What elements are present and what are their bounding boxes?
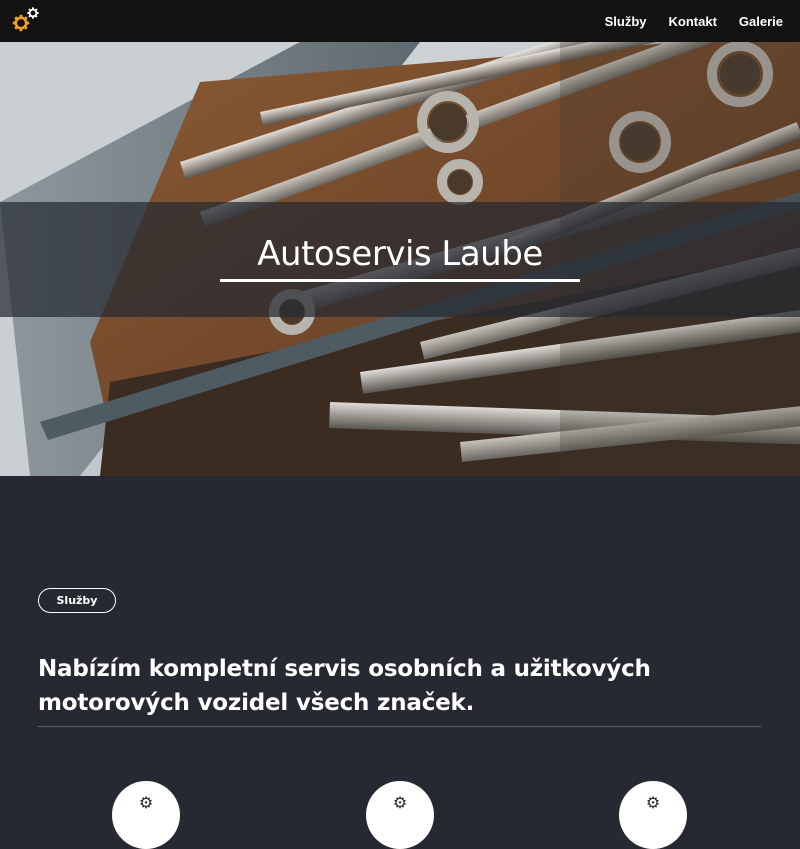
service-icon-1[interactable]: ⚙: [112, 781, 180, 849]
hero-banner: Autoservis Laube: [0, 42, 800, 476]
section-divider: [38, 726, 761, 727]
gears-icon[interactable]: [12, 6, 42, 34]
navbar: Služby Kontakt Galerie: [0, 0, 800, 42]
nav-link-sluzby[interactable]: Služby: [605, 14, 647, 29]
service-glyph-1: ⚙: [138, 793, 154, 812]
services-heading: Nabízím kompletní servis osobních a užit…: [38, 656, 651, 716]
nav-menu: Služby Kontakt Galerie: [583, 0, 783, 42]
hero-title-underline: [220, 279, 580, 282]
nav-link-kontakt[interactable]: Kontakt: [669, 14, 717, 29]
hero-title: Autoservis Laube: [257, 234, 543, 274]
nav-link-galerie[interactable]: Galerie: [739, 14, 783, 29]
service-icon-2[interactable]: ⚙: [366, 781, 434, 849]
service-glyph-2: ⚙: [392, 793, 408, 812]
service-glyph-3: ⚙: [645, 793, 661, 812]
service-icon-3[interactable]: ⚙: [619, 781, 687, 849]
services-badge[interactable]: Služby: [38, 588, 116, 613]
